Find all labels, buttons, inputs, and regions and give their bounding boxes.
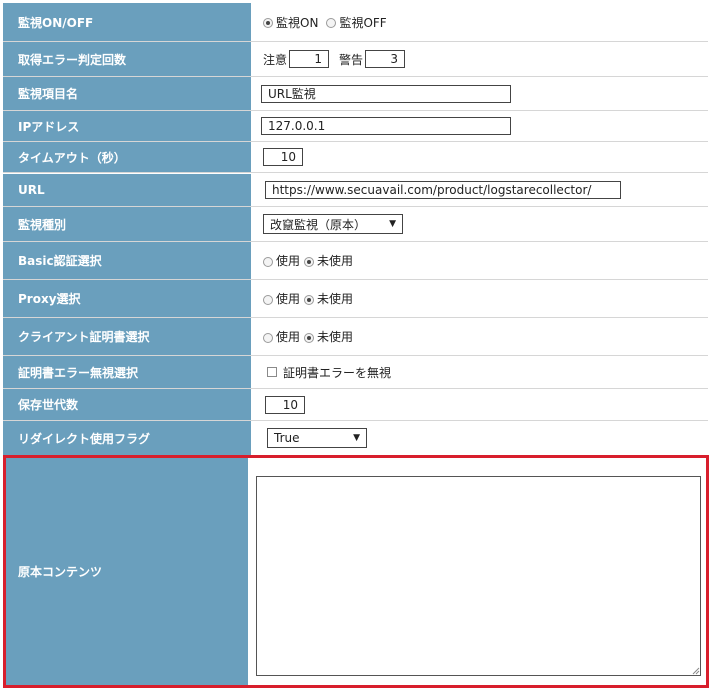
url-label: URL: [3, 174, 251, 206]
monitor-off-option[interactable]: 監視OFF: [326, 14, 387, 31]
client-cert-nouse-label: 未使用: [317, 330, 354, 344]
redirect-label: リダイレクト使用フラグ: [3, 421, 251, 455]
chevron-down-icon: ▼: [389, 219, 396, 229]
monitor-value-cell: 監視ON 監視OFF: [251, 3, 708, 41]
row-monitor: 監視ON/OFF 監視ON 監視OFF: [3, 3, 708, 41]
monitor-off-radio[interactable]: [326, 18, 337, 28]
cert-error-value-cell: 証明書エラーを無視: [251, 356, 708, 388]
basic-auth-nouse-radio[interactable]: [304, 256, 315, 267]
row-errors: 取得エラー判定回数 注意 1 警告 3: [3, 42, 708, 76]
monitor-label: 監視ON/OFF: [3, 3, 251, 41]
warning-label: 警告: [339, 52, 364, 67]
client-cert-nouse-radio[interactable]: [304, 332, 315, 343]
cert-error-label: 証明書エラー無視選択: [3, 356, 251, 388]
proxy-use-option[interactable]: 使用: [263, 290, 300, 307]
timeout-input[interactable]: 10: [263, 148, 303, 166]
monitor-on-label: 監視ON: [276, 15, 319, 30]
row-proxy: Proxy選択 使用 未使用: [3, 280, 708, 317]
generations-label: 保存世代数: [3, 389, 251, 420]
proxy-nouse-option[interactable]: 未使用: [304, 290, 353, 307]
monitor-off-label: 監視OFF: [339, 15, 387, 30]
monitor-type-selected: 改竄監視（原本）: [270, 217, 367, 232]
row-cert-error: 証明書エラー無視選択 証明書エラーを無視: [3, 356, 708, 388]
basic-auth-label: Basic認証選択: [3, 242, 251, 279]
highlight-frame: [3, 455, 709, 688]
errors-value-cell: 注意 1 警告 3: [251, 42, 708, 76]
row-ip: IPアドレス 127.0.0.1: [3, 111, 708, 141]
caution-input[interactable]: 1: [289, 50, 330, 68]
client-cert-label: クライアント証明書選択: [3, 318, 251, 355]
ip-input[interactable]: 127.0.0.1: [261, 117, 511, 135]
caution-label: 注意: [263, 52, 288, 67]
generations-value-cell: 10: [251, 389, 708, 420]
client-cert-use-label: 使用: [276, 330, 301, 344]
basic-auth-nouse-label: 未使用: [317, 254, 354, 268]
client-cert-use-option[interactable]: 使用: [263, 328, 300, 345]
item-name-value-cell: URL監視: [251, 77, 708, 110]
redirect-select[interactable]: True ▼: [267, 428, 367, 448]
cert-error-checkbox[interactable]: [267, 367, 277, 377]
basic-auth-value-cell: 使用 未使用: [251, 242, 708, 279]
ip-label: IPアドレス: [3, 111, 251, 141]
proxy-label: Proxy選択: [3, 280, 251, 317]
cert-error-option[interactable]: 証明書エラーを無視: [267, 364, 391, 381]
client-cert-value-cell: 使用 未使用: [251, 318, 708, 355]
basic-auth-nouse-option[interactable]: 未使用: [304, 252, 353, 269]
proxy-nouse-label: 未使用: [317, 292, 354, 306]
proxy-use-label: 使用: [276, 292, 301, 306]
client-cert-use-radio[interactable]: [263, 332, 273, 343]
row-redirect: リダイレクト使用フラグ True ▼: [3, 421, 708, 455]
url-value-cell: https://www.secuavail.com/product/logsta…: [251, 174, 708, 206]
timeout-value-cell: 10: [251, 142, 708, 172]
basic-auth-use-radio[interactable]: [263, 256, 273, 267]
monitor-on-option[interactable]: 監視ON: [263, 14, 318, 31]
row-item-name: 監視項目名 URL監視: [3, 77, 708, 110]
proxy-nouse-radio[interactable]: [304, 294, 315, 305]
row-timeout: タイムアウト（秒） 10: [3, 142, 708, 172]
ip-value-cell: 127.0.0.1: [251, 111, 708, 141]
basic-auth-use-option[interactable]: 使用: [263, 252, 300, 269]
monitor-type-value-cell: 改竄監視（原本） ▼: [251, 207, 708, 241]
chevron-down-icon: ▼: [353, 433, 360, 443]
errors-label: 取得エラー判定回数: [3, 42, 251, 76]
basic-auth-use-label: 使用: [276, 254, 301, 268]
row-url: URL https://www.secuavail.com/product/lo…: [3, 174, 708, 206]
redirect-selected: True: [274, 431, 300, 445]
row-divider: [3, 172, 708, 173]
generations-input[interactable]: 10: [265, 395, 305, 414]
url-input[interactable]: https://www.secuavail.com/product/logsta…: [265, 181, 621, 199]
row-client-cert: クライアント証明書選択 使用 未使用: [3, 318, 708, 355]
monitor-type-select[interactable]: 改竄監視（原本） ▼: [263, 214, 403, 234]
row-generations: 保存世代数 10: [3, 389, 708, 420]
monitor-type-label: 監視種別: [3, 207, 251, 241]
proxy-value-cell: 使用 未使用: [251, 280, 708, 317]
timeout-label: タイムアウト（秒）: [3, 142, 251, 172]
row-monitor-type: 監視種別 改竄監視（原本） ▼: [3, 207, 708, 241]
item-name-input[interactable]: URL監視: [261, 84, 511, 103]
cert-error-checkbox-label: 証明書エラーを無視: [283, 365, 392, 380]
item-name-label: 監視項目名: [3, 77, 251, 110]
redirect-value-cell: True ▼: [251, 421, 708, 455]
warning-input[interactable]: 3: [365, 50, 406, 68]
proxy-use-radio[interactable]: [263, 294, 273, 305]
monitor-on-radio[interactable]: [263, 18, 273, 28]
client-cert-nouse-option[interactable]: 未使用: [304, 328, 353, 345]
row-basic-auth: Basic認証選択 使用 未使用: [3, 242, 708, 279]
